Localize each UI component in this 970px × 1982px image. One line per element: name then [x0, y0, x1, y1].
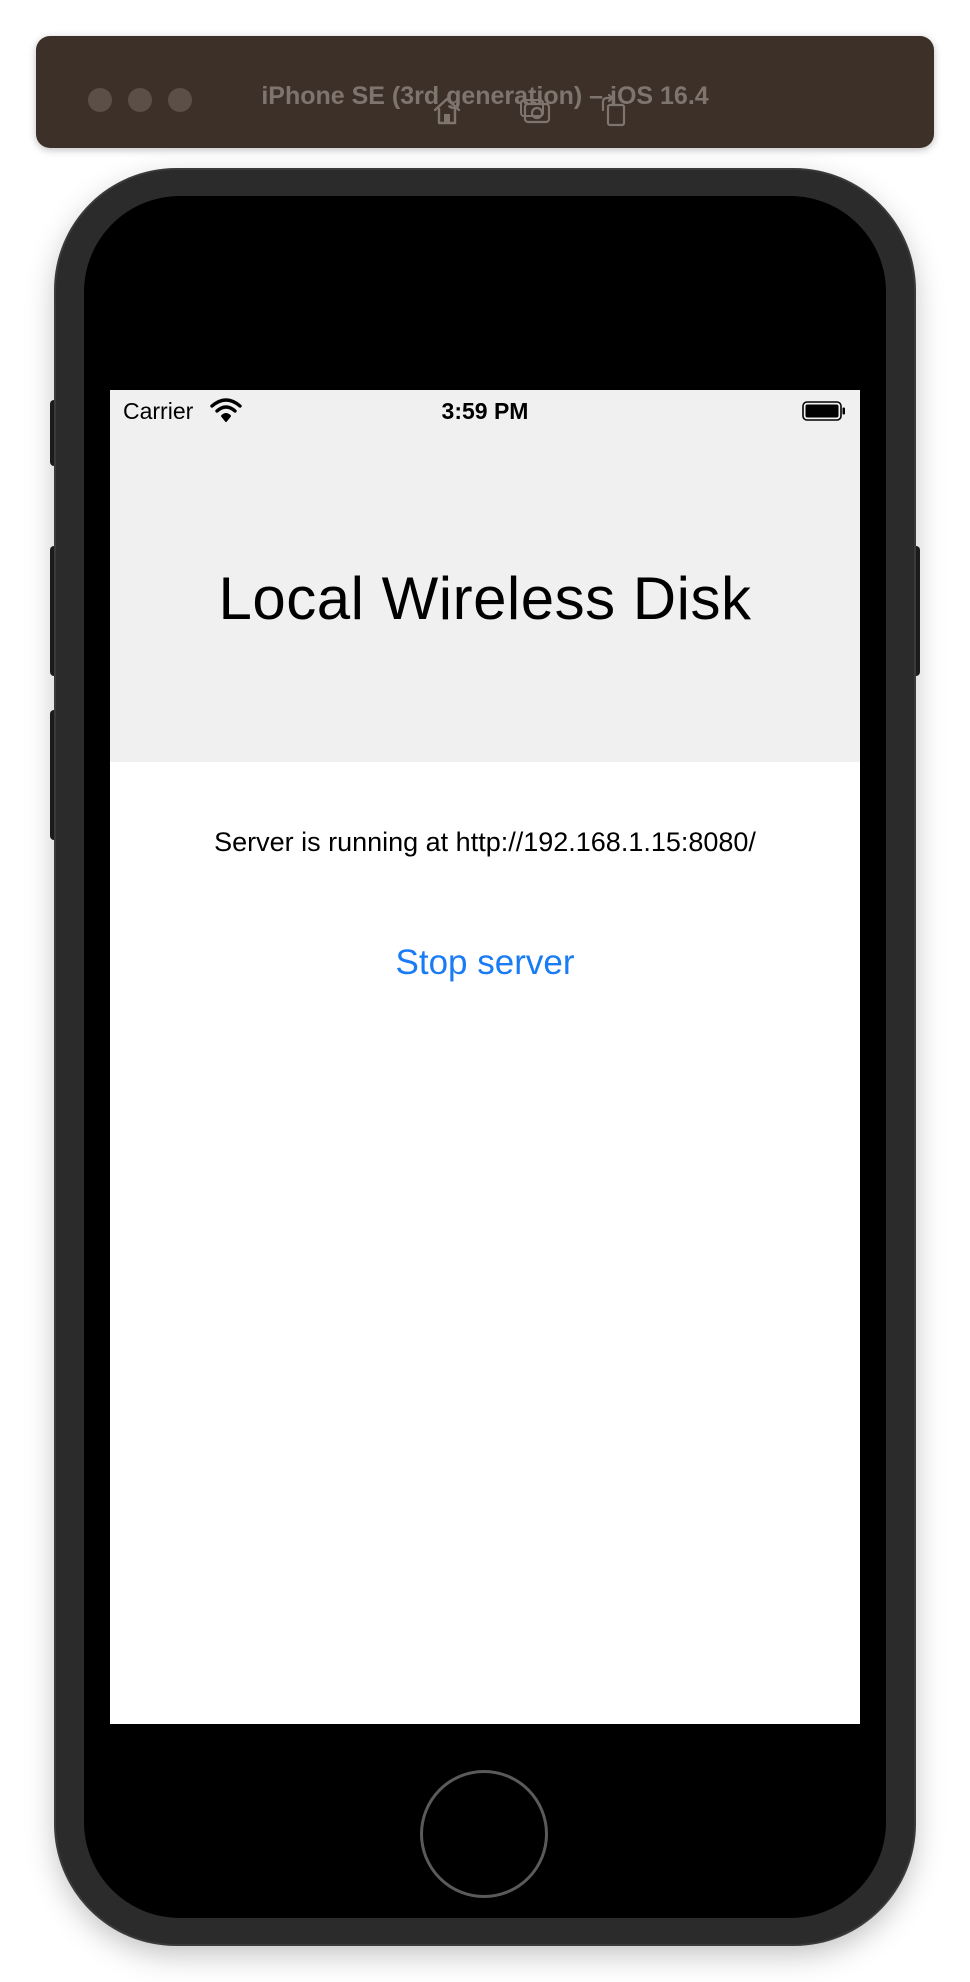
app-title: Local Wireless Disk [218, 565, 752, 632]
status-time: 3:59 PM [441, 398, 529, 424]
rotate-icon[interactable] [597, 93, 631, 128]
server-status-label: Server is running at http://192.168.1.15… [214, 827, 756, 857]
home-icon[interactable] [430, 94, 464, 128]
app-header: Local Wireless Disk [110, 432, 860, 762]
screenshot-icon[interactable] [518, 94, 552, 128]
simulator-window: iPhone SE (3rd generation) – iOS 16.4 Ca… [0, 0, 970, 1982]
status-bar: Carrier 3:59 PM [110, 390, 860, 432]
simulator-title: iPhone SE (3rd generation) – iOS 16.4 [261, 82, 709, 110]
stop-server-button[interactable]: Stop server [385, 938, 585, 988]
device-screen: Carrier 3:59 PM Local Wireless Disk Serv… [110, 390, 860, 1724]
home-button[interactable] [420, 1770, 548, 1898]
simulator-titlebar: iPhone SE (3rd generation) – iOS 16.4 [36, 36, 934, 148]
battery-icon [802, 401, 845, 421]
